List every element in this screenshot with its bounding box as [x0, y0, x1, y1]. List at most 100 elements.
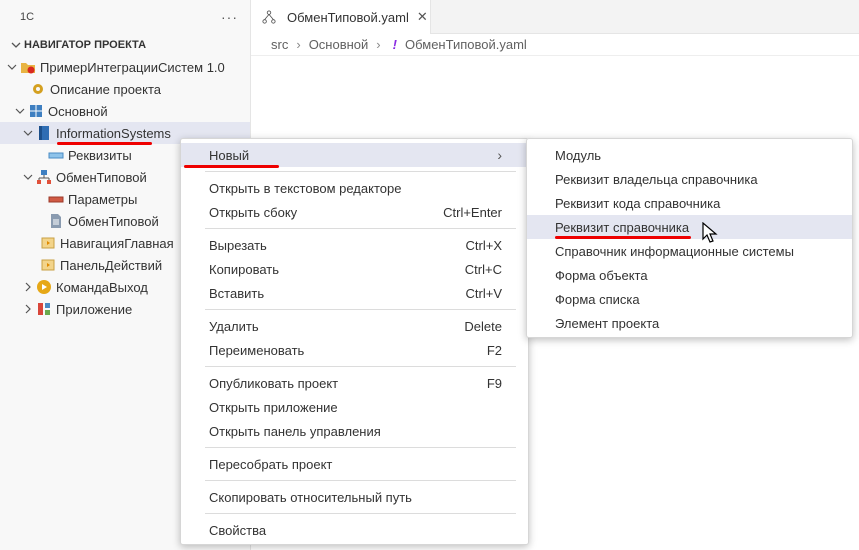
tree-label: КомандаВыход	[56, 279, 148, 295]
menu-label: Модуль	[555, 147, 602, 163]
menu-separator	[205, 171, 516, 172]
tree-label: Основной	[48, 103, 108, 119]
chevron-down-icon	[20, 172, 36, 182]
menu-label: Открыть приложение	[209, 399, 338, 415]
menu-label: Открыть в текстовом редакторе	[209, 180, 402, 196]
tree-label: Реквизиты	[68, 147, 132, 163]
section-project-navigator[interactable]: НАВИГАТОР ПРОЕКТА	[0, 34, 250, 56]
subsystem-icon	[28, 103, 44, 119]
tab-label: ОбменТиповой.yaml	[287, 9, 409, 25]
breadcrumb: src › Основной › ! ОбменТиповой.yaml	[251, 34, 859, 56]
menu-shortcut: Delete	[464, 318, 502, 334]
menu-item-copy-path[interactable]: Скопировать относительный путь	[181, 485, 528, 509]
menu-item-cut[interactable]: Вырезать Ctrl+X	[181, 233, 528, 257]
submenu-item-code-attribute[interactable]: Реквизит кода справочника	[527, 191, 852, 215]
sidebar-title: 1С	[20, 11, 35, 23]
menu-label: Пересобрать проект	[209, 456, 333, 472]
close-icon[interactable]: ✕	[417, 9, 428, 25]
application-icon	[36, 301, 52, 317]
menu-shortcut: Ctrl+V	[465, 285, 502, 301]
submenu-item-list-form[interactable]: Форма списка	[527, 287, 852, 311]
tree-item-project-root[interactable]: ПримерИнтеграцииСистем 1.0	[0, 56, 250, 78]
menu-label: Новый	[209, 147, 250, 163]
section-label: НАВИГАТОР ПРОЕКТА	[24, 39, 147, 51]
menu-label: Открыть сбоку	[209, 204, 298, 220]
menu-separator	[205, 309, 516, 310]
chevron-right-icon: ›	[296, 37, 301, 52]
form-icon	[40, 235, 56, 251]
command-icon	[36, 279, 52, 295]
submenu-item-object-form[interactable]: Форма объекта	[527, 263, 852, 287]
context-menu: Новый › Открыть в текстовом редакторе От…	[180, 138, 529, 545]
catalog-icon	[36, 125, 52, 141]
form-icon	[40, 257, 56, 273]
tab-exchange-yaml[interactable]: ОбменТиповой.yaml ✕	[251, 0, 431, 34]
more-actions-icon[interactable]: ···	[221, 9, 238, 25]
chevron-down-icon	[12, 106, 28, 116]
red-underline-mark	[184, 165, 279, 168]
menu-item-paste[interactable]: Вставить Ctrl+V	[181, 281, 528, 305]
menu-item-open-text-editor[interactable]: Открыть в текстовом редакторе	[181, 176, 528, 200]
tree-item-main[interactable]: Основной	[0, 100, 250, 122]
editor-tab-bar: ОбменТиповой.yaml ✕	[251, 0, 859, 34]
tree-label: Приложение	[56, 301, 133, 317]
submenu-item-catalog-attribute[interactable]: Реквизит справочника	[527, 215, 852, 239]
menu-label: Реквизит владельца справочника	[555, 171, 758, 187]
menu-shortcut: Ctrl+Enter	[443, 204, 502, 220]
gear-icon	[30, 81, 46, 97]
tree-label: Параметры	[68, 191, 138, 207]
menu-label: Справочник информационные системы	[555, 243, 794, 259]
chevron-right-icon	[20, 304, 36, 314]
tree-item-project-description[interactable]: Описание проекта	[0, 78, 250, 100]
chevron-right-icon: ›	[376, 37, 381, 52]
menu-label: Скопировать относительный путь	[209, 489, 412, 505]
mouse-pointer-icon	[702, 222, 718, 243]
menu-label: Реквизит кода справочника	[555, 195, 721, 211]
project-folder-icon	[20, 59, 36, 75]
menu-item-open-panel[interactable]: Открыть панель управления	[181, 419, 528, 443]
menu-item-rename[interactable]: Переименовать F2	[181, 338, 528, 362]
submenu-item-owner-attribute[interactable]: Реквизит владельца справочника	[527, 167, 852, 191]
menu-label: Опубликовать проект	[209, 375, 339, 391]
menu-item-new[interactable]: Новый ›	[181, 143, 528, 168]
menu-item-publish[interactable]: Опубликовать проект F9	[181, 371, 528, 395]
menu-label: Копировать	[209, 261, 279, 277]
menu-label: Открыть панель управления	[209, 423, 381, 439]
submenu-item-project-element[interactable]: Элемент проекта	[527, 311, 852, 335]
tree-label: ПримерИнтеграцииСистем 1.0	[40, 59, 225, 75]
menu-separator	[205, 228, 516, 229]
attributes-icon	[48, 147, 64, 163]
parameters-icon	[48, 191, 64, 207]
yaml-icon: !	[392, 37, 397, 52]
menu-item-rebuild[interactable]: Пересобрать проект	[181, 452, 528, 476]
chevron-down-icon	[20, 128, 36, 138]
breadcrumb-item-main[interactable]: Основной	[309, 37, 369, 52]
tree-label: Описание проекта	[50, 81, 162, 97]
menu-separator	[205, 366, 516, 367]
sidebar-header: 1С ···	[0, 0, 250, 34]
tree-label: НавигацияГлавная	[60, 235, 174, 251]
menu-item-delete[interactable]: Удалить Delete	[181, 314, 528, 338]
menu-item-properties[interactable]: Свойства	[181, 518, 528, 542]
menu-separator	[205, 513, 516, 514]
menu-separator	[205, 480, 516, 481]
submenu-item-module[interactable]: Модуль	[527, 143, 852, 167]
menu-item-open-side[interactable]: Открыть сбоку Ctrl+Enter	[181, 200, 528, 224]
menu-label: Свойства	[209, 522, 267, 538]
menu-item-copy[interactable]: Копировать Ctrl+C	[181, 257, 528, 281]
menu-item-open-app[interactable]: Открыть приложение	[181, 395, 528, 419]
menu-separator	[205, 447, 516, 448]
menu-label: Форма списка	[555, 291, 640, 307]
submenu-item-info-systems-catalog[interactable]: Справочник информационные системы	[527, 239, 852, 263]
breadcrumb-item-file[interactable]: ОбменТиповой.yaml	[405, 37, 527, 52]
menu-shortcut: F9	[486, 375, 502, 391]
breadcrumb-item-src[interactable]: src	[271, 37, 288, 52]
tree-label: ОбменТиповой	[68, 213, 159, 229]
process-icon	[261, 9, 277, 25]
submenu-new: Модуль Реквизит владельца справочника Ре…	[526, 138, 853, 338]
tree-label: ОбменТиповой	[56, 169, 147, 185]
chevron-right-icon	[20, 282, 36, 292]
chevron-down-icon	[4, 62, 20, 72]
menu-shortcut: Ctrl+X	[465, 237, 502, 253]
menu-label: Удалить	[209, 318, 259, 334]
